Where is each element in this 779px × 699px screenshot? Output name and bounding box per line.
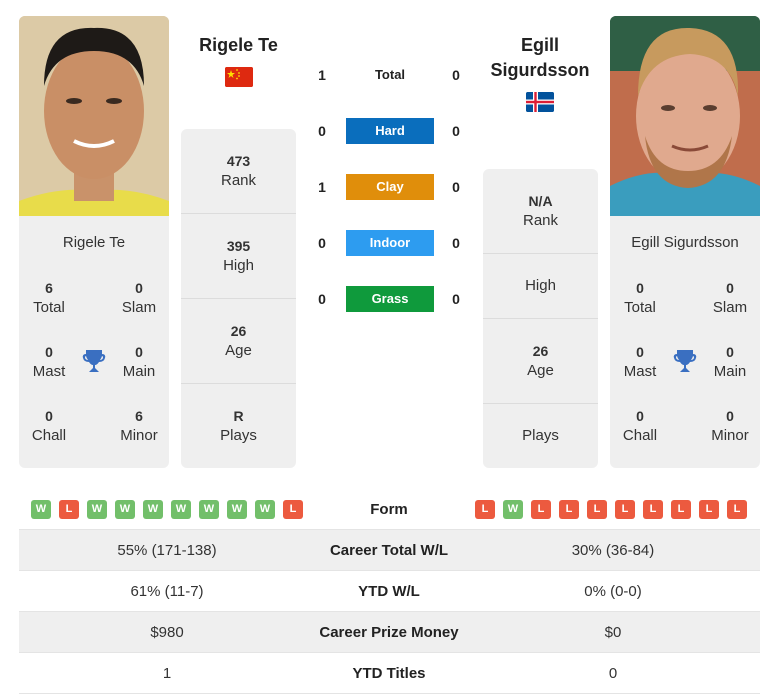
- h2h-row-clay: 1 Clay 0: [310, 174, 470, 200]
- h2h-player1-wins: 0: [318, 235, 326, 251]
- player1-total-titles: 6 Total: [33, 280, 65, 316]
- player2-value: 30% (36-84): [571, 542, 655, 559]
- form-win-badge[interactable]: W: [199, 500, 219, 519]
- player1-titles-card: Rigele Te 6 Total 0 Slam 0 Mast 0 Main 0 Chal…: [19, 216, 169, 468]
- player1-rank: 473 Rank: [181, 129, 296, 214]
- h2h-player2-wins: 0: [452, 123, 460, 139]
- h2h-player2-wins: 0: [452, 179, 460, 195]
- h2h-player2-wins: 0: [452, 291, 460, 307]
- form-loss-badge[interactable]: L: [699, 500, 719, 519]
- form-win-badge[interactable]: W: [115, 500, 135, 519]
- player2-rank: N/A Rank: [483, 169, 598, 254]
- player2-first-name: Egill: [520, 35, 559, 55]
- form-row: WLWWWWWWWL Form LWLLLLLLLL: [19, 490, 760, 530]
- form-win-badge[interactable]: W: [227, 500, 247, 519]
- player2-value: $0: [604, 624, 622, 641]
- comparison-row: 1 YTD Titles 0: [19, 653, 760, 694]
- player1-photo: [19, 16, 169, 216]
- player1-main-titles: 0 Main: [122, 344, 156, 380]
- player1-chall-titles: 0 Chall: [31, 408, 67, 444]
- player1-stats-panel: 473 Rank 395 High 26 Age R Plays: [181, 129, 296, 468]
- player2-last-name: Sigurdsson: [490, 60, 590, 80]
- trophy-icon: [82, 348, 106, 374]
- form-loss-badge[interactable]: L: [559, 500, 579, 519]
- player1-high: 395 High: [181, 214, 296, 299]
- player1-value: 55% (171-138): [117, 542, 217, 559]
- h2h-row-indoor: 0 Indoor 0: [310, 230, 470, 256]
- player2-value: 0% (0-0): [584, 583, 642, 600]
- row-label: YTD W/L: [358, 583, 420, 600]
- iceland-flag-icon: [526, 92, 554, 112]
- surface-grass-label[interactable]: Grass: [346, 286, 434, 312]
- row-label: Career Prize Money: [319, 624, 459, 641]
- comparison-row: 55% (171-138) Career Total W/L 30% (36-84): [19, 530, 760, 571]
- h2h-player1-wins: 1: [318, 179, 326, 195]
- form-win-badge[interactable]: W: [171, 500, 191, 519]
- row-label: Career Total W/L: [329, 542, 449, 559]
- player1-name[interactable]: Rigele Te: [181, 33, 296, 58]
- row-label: YTD Titles: [352, 665, 426, 682]
- form-loss-badge[interactable]: L: [59, 500, 79, 519]
- player1-plays: R Plays: [220, 408, 257, 444]
- player2-card-name: Egill Sigurdsson: [631, 234, 739, 251]
- player2-high: High: [483, 254, 598, 319]
- player2-stats-panel: N/A Rank High 26 Age Plays: [483, 169, 598, 468]
- h2h-player1-wins: 1: [318, 67, 326, 83]
- surface-clay-label[interactable]: Clay: [346, 174, 434, 200]
- comparison-row: 61% (11-7) YTD W/L 0% (0-0): [19, 571, 760, 612]
- form-win-badge[interactable]: W: [87, 500, 107, 519]
- player1-card-name: Rigele Te: [62, 234, 126, 251]
- player2-photo: [610, 16, 760, 216]
- form-win-badge[interactable]: W: [143, 500, 163, 519]
- form-loss-badge[interactable]: L: [615, 500, 635, 519]
- h2h-player2-wins: 0: [452, 67, 460, 83]
- player2-chall-titles: 0 Chall: [622, 408, 658, 444]
- form-loss-badge[interactable]: L: [671, 500, 691, 519]
- player1-slam-titles: 0 Slam: [121, 280, 157, 316]
- player2-slam-titles: 0 Slam: [712, 280, 748, 316]
- form-label: Form: [370, 501, 408, 518]
- trophy-icon: [673, 348, 697, 374]
- form-loss-badge[interactable]: L: [283, 500, 303, 519]
- player2-mast-titles: 0 Mast: [623, 344, 657, 380]
- china-flag-icon: [225, 67, 253, 87]
- player1-age: 26 Age: [181, 299, 296, 384]
- player2-plays: Plays: [522, 427, 559, 444]
- surface-total-label: Total: [374, 67, 406, 82]
- form-win-badge[interactable]: W: [255, 500, 275, 519]
- form-win-badge[interactable]: W: [503, 500, 523, 519]
- form-loss-badge[interactable]: L: [587, 500, 607, 519]
- h2h-row-total: 1 Total 0: [310, 62, 470, 88]
- h2h-row-hard: 0 Hard 0: [310, 118, 470, 144]
- form-loss-badge[interactable]: L: [643, 500, 663, 519]
- player1-minor-titles: 6 Minor: [120, 408, 158, 444]
- form-loss-badge[interactable]: L: [531, 500, 551, 519]
- player2-total-titles: 0 Total: [624, 280, 656, 316]
- player2-age: 26 Age: [483, 319, 598, 404]
- h2h-row-grass: 0 Grass 0: [310, 286, 470, 312]
- h2h-player1-wins: 0: [318, 123, 326, 139]
- h2h-player2-wins: 0: [452, 235, 460, 251]
- player2-name[interactable]: Egill Sigurdsson: [470, 33, 610, 83]
- player1-value: 61% (11-7): [130, 583, 204, 600]
- player2-value: 0: [608, 665, 618, 682]
- player2-minor-titles: 0 Minor: [711, 408, 749, 444]
- surface-hard-label[interactable]: Hard: [346, 118, 434, 144]
- player1-value: $980: [150, 624, 184, 641]
- player1-value: 1: [162, 665, 172, 682]
- player1-mast-titles: 0 Mast: [32, 344, 66, 380]
- player2-main-titles: 0 Main: [713, 344, 747, 380]
- player2-titles-card: Egill Sigurdsson 0 Total 0 Slam 0 Mast 0 Mai…: [610, 216, 760, 468]
- form-loss-badge[interactable]: L: [727, 500, 747, 519]
- form-win-badge[interactable]: W: [31, 500, 51, 519]
- h2h-player1-wins: 0: [318, 291, 326, 307]
- comparison-row: $980 Career Prize Money $0: [19, 612, 760, 653]
- form-loss-badge[interactable]: L: [475, 500, 495, 519]
- surface-indoor-label[interactable]: Indoor: [346, 230, 434, 256]
